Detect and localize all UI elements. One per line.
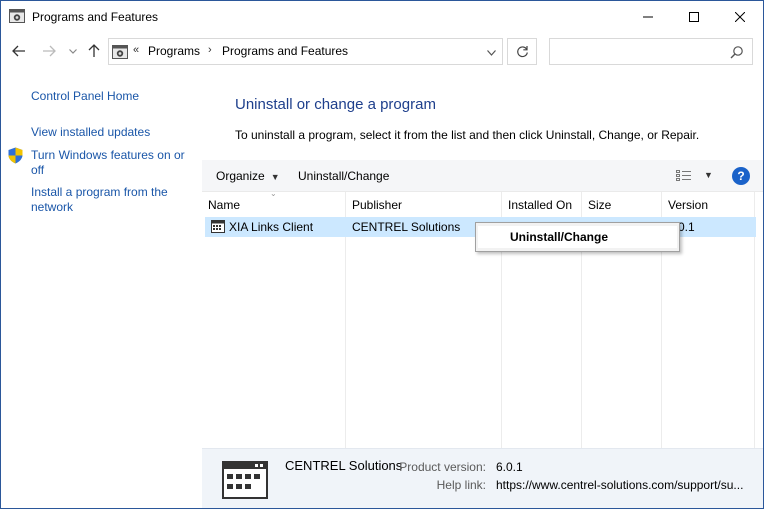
forward-button[interactable] [37,40,61,62]
instructions-text: To uninstall a program, select it from t… [235,128,700,142]
address-dropdown-button[interactable] [487,45,496,59]
address-bar[interactable]: « Programs › Programs and Features [108,38,503,65]
minimize-button[interactable] [625,1,671,32]
context-menu-uninstall-change[interactable]: Uninstall/Change [478,226,677,248]
turn-windows-features-link[interactable]: Turn Windows features on or off [31,148,185,178]
close-button[interactable] [717,1,763,32]
details-publisher: CENTREL Solutions [285,458,403,473]
uac-shield-icon [8,147,23,164]
window-title: Programs and Features [32,10,159,24]
breadcrumb-overflow[interactable]: « [133,44,139,56]
refresh-icon [516,46,528,58]
control-panel-icon [9,9,25,23]
column-header-publisher[interactable]: Publisher [346,192,501,216]
install-from-network-line1: Install a program from the [31,185,168,199]
back-button[interactable] [7,40,31,62]
install-from-network-link[interactable]: Install a program from the network [31,185,168,215]
main-pane: Uninstall or change a program To uninsta… [202,70,763,508]
command-bar: Organize ▼ Uninstall/Change ▼ ? [202,160,763,192]
breadcrumb-programs-and-features[interactable]: Programs and Features [222,44,348,58]
recent-locations-button[interactable] [65,40,81,62]
help-link-label: Help link: [436,478,486,492]
left-pane: Control Panel Home View installed update… [1,70,202,508]
close-icon [735,11,745,22]
chevron-down-icon [487,50,496,56]
turn-windows-features-line1: Turn Windows features on or [31,148,185,162]
view-options-caret-icon[interactable]: ▼ [704,170,713,180]
title-bar[interactable]: Programs and Features [1,1,763,32]
row-publisher: CENTREL Solutions [352,220,461,234]
view-details-icon[interactable] [676,170,692,182]
page-title: Uninstall or change a program [235,96,436,113]
turn-windows-features-line2: off [31,163,45,177]
column-header-name[interactable]: Name [202,192,345,216]
column-header-size[interactable]: Size [582,192,661,216]
view-installed-updates-link[interactable]: View installed updates [31,125,150,140]
maximize-icon [689,11,699,22]
uninstall-change-button[interactable]: Uninstall/Change [298,169,389,183]
refresh-button[interactable] [507,38,537,65]
search-box[interactable] [549,38,753,65]
help-icon[interactable]: ? [732,167,750,185]
row-name: XIA Links Client [229,220,314,234]
control-panel-icon [112,45,128,59]
column-header-installed-on[interactable]: Installed On [502,192,581,216]
maximize-button[interactable] [671,1,717,32]
help-link-value[interactable]: https://www.centrel-solutions.com/suppor… [496,478,743,492]
up-button[interactable] [83,40,105,62]
details-pane: CENTREL Solutions Product version: 6.0.1… [202,448,763,508]
programs-and-features-window: Programs and Features « Programs › Progr… [0,0,764,509]
breadcrumb-programs[interactable]: Programs [148,44,200,58]
application-icon [211,220,225,233]
context-menu: Uninstall/Change [475,222,680,252]
minimize-icon [643,16,653,17]
chevron-down-icon [69,48,77,54]
arrow-right-icon [43,45,56,57]
organize-button[interactable]: Organize ▼ [216,169,280,183]
application-large-icon [222,461,268,499]
product-version-label: Product version: [399,460,486,474]
product-version-value: 6.0.1 [496,460,523,474]
arrow-left-icon [12,45,25,57]
organize-label: Organize [216,169,265,183]
control-panel-home-link[interactable]: Control Panel Home [31,89,139,104]
search-icon[interactable] [730,45,744,59]
install-from-network-line2: network [31,200,74,214]
arrow-up-icon [88,44,100,57]
column-header-version[interactable]: Version [662,192,754,216]
breadcrumb-chevron-icon[interactable]: › [208,44,212,56]
navigation-bar: « Programs › Programs and Features [1,32,763,70]
caret-down-icon: ▼ [270,172,280,182]
